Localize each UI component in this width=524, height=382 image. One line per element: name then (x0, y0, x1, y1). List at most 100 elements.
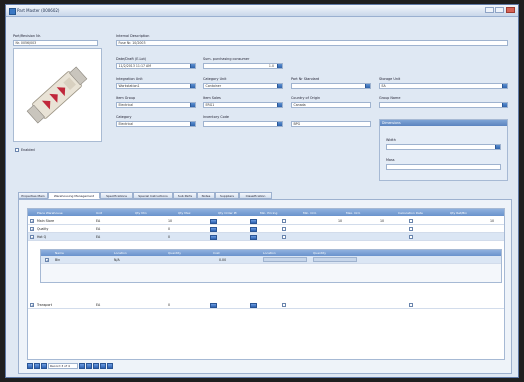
field-value-6: Canada (293, 103, 306, 107)
delete-record-button[interactable] (107, 363, 113, 369)
title-bar: Part Master (000602) (6, 5, 518, 17)
min-pricing-checkbox[interactable] (282, 303, 286, 307)
col-unit[interactable]: Unit (96, 211, 102, 215)
item-sales-dropdown-icon[interactable] (277, 103, 282, 107)
integration-unit-field[interactable]: Workstation1 (116, 83, 196, 89)
calc-date-checkbox[interactable] (409, 219, 413, 223)
col-qty-min[interactable]: Qty Min (135, 211, 147, 215)
minimize-button[interactable] (485, 7, 494, 13)
qty-order-edit-button[interactable] (250, 218, 257, 224)
col-calc-date[interactable]: Calculation Date (398, 211, 423, 215)
sub-quantity-field[interactable] (313, 257, 357, 262)
storage-unit-dropdown-icon[interactable] (502, 84, 507, 88)
storage-unit-field[interactable]: EA (379, 83, 508, 89)
add-record-button[interactable] (100, 363, 106, 369)
category-dropdown-icon[interactable] (190, 122, 195, 126)
tab-notes[interactable]: Notes (197, 192, 215, 199)
calc-date-checkbox[interactable] (409, 303, 413, 307)
next-record-button[interactable] (86, 363, 92, 369)
qty-order-edit-button[interactable] (250, 234, 257, 240)
date-draft-field[interactable]: 11/2/2013 11:17 AM (116, 63, 196, 69)
min-pricing-checkbox[interactable] (282, 219, 286, 223)
mass-field[interactable] (386, 164, 501, 170)
purchasing-dropdown-icon[interactable] (277, 64, 282, 68)
sub-location-field[interactable] (263, 257, 307, 262)
part-nr-standard-dropdown-icon[interactable] (365, 84, 370, 88)
expand-icon[interactable]: + (45, 258, 49, 262)
integration-unit-dropdown-icon[interactable] (190, 84, 195, 88)
width-field[interactable] (386, 144, 501, 150)
category-field[interactable]: Electrical (116, 121, 196, 127)
subgrid-row[interactable]: + Bin N/A 0.00 (41, 256, 501, 264)
field-value-1: Container (205, 84, 222, 88)
internal-description-field[interactable]: Fuse Nr. 10/2003 (116, 40, 508, 46)
tab-warehousing-management[interactable]: Warehousing Management (48, 192, 100, 199)
group-name-field[interactable] (379, 102, 508, 108)
tab-sub-parts[interactable]: Sub Parts (173, 192, 197, 199)
item-sales-field[interactable]: ERG1 (203, 102, 283, 108)
part-number-field[interactable]: Nr. 0056/003 (13, 40, 98, 46)
col-qty-max[interactable]: Qty Max (178, 211, 190, 215)
maximize-button[interactable] (495, 7, 504, 13)
sub-col-location[interactable]: Location (114, 251, 127, 255)
expand-icon[interactable]: + (30, 227, 34, 231)
close-button[interactable] (506, 7, 515, 13)
collapse-icon[interactable]: − (30, 235, 34, 239)
col-place[interactable]: Place Warehouse (37, 211, 63, 215)
tab-classification[interactable]: Classification (239, 192, 272, 199)
qty-max-edit-button[interactable] (210, 234, 217, 240)
col-max-ord[interactable]: Max. Ord. (346, 211, 361, 215)
prev-page-button[interactable] (41, 363, 47, 369)
sub-col-name[interactable]: Name (55, 251, 64, 255)
qty-max-edit-button[interactable] (210, 218, 217, 224)
min-pricing-checkbox[interactable] (282, 227, 286, 231)
qty-order-edit-button[interactable] (250, 226, 257, 232)
next-page-button[interactable] (79, 363, 85, 369)
qty-max-edit-button[interactable] (210, 302, 217, 308)
field-value-8: Electrical (118, 122, 134, 126)
first-record-button[interactable] (27, 363, 33, 369)
tab-suppliers[interactable]: Suppliers (215, 192, 239, 199)
calendar-dropdown-icon[interactable] (190, 64, 195, 68)
tab-properties-main[interactable]: Properties Main (18, 192, 48, 199)
mass-label: Mass (386, 158, 395, 162)
item-group-dropdown-icon[interactable] (190, 103, 195, 107)
col-min-pricing[interactable]: Min. Pricing (260, 211, 277, 215)
col-min-ord[interactable]: Min. Ord. (303, 211, 317, 215)
table-row[interactable]: + Quality EA 0 (28, 225, 504, 233)
width-dropdown-icon[interactable] (495, 145, 500, 149)
table-row[interactable]: + Transport EA 0 (28, 301, 504, 309)
record-status: Record 3 of 4 (48, 363, 78, 369)
prev-record-button[interactable] (34, 363, 40, 369)
sub-col-quantity-2[interactable]: Quantity (313, 251, 326, 255)
expand-icon[interactable]: + (30, 219, 34, 223)
bpg-field[interactable]: BPG (291, 121, 371, 127)
sub-col-cost[interactable]: Cost (213, 251, 220, 255)
category-unit-field[interactable]: Container (203, 83, 283, 89)
tab-special-instructions[interactable]: Special Instructions (133, 192, 173, 199)
expand-icon[interactable]: + (30, 303, 34, 307)
sub-col-quantity[interactable]: Quantity (168, 251, 181, 255)
col-qty-order-pt[interactable]: Qty Order Pt (218, 211, 237, 215)
table-row[interactable]: + Main Store EA 10 10 10 10 (28, 217, 504, 225)
calc-date-checkbox[interactable] (409, 235, 413, 239)
item-group-field[interactable]: Electrical (116, 102, 196, 108)
qty-max-edit-button[interactable] (210, 226, 217, 232)
field-value-0: Workstation1 (118, 84, 140, 88)
table-row-selected[interactable]: − Hot Q EA 0 (28, 233, 504, 241)
enabled-checkbox[interactable] (15, 148, 19, 152)
country-of-origin-field[interactable]: Canada (291, 102, 371, 108)
inventory-code-dropdown-icon[interactable] (277, 122, 282, 126)
col-qty-ret-bin[interactable]: Qty Ret/Bin (450, 211, 467, 215)
calc-date-checkbox[interactable] (409, 227, 413, 231)
qty-order-edit-button[interactable] (250, 302, 257, 308)
group-name-dropdown-icon[interactable] (502, 103, 507, 107)
inventory-code-field[interactable] (203, 121, 283, 127)
category-unit-dropdown-icon[interactable] (277, 84, 282, 88)
tab-specifications[interactable]: Specifications (100, 192, 133, 199)
sub-col-location-2[interactable]: Location (263, 251, 276, 255)
min-pricing-checkbox[interactable] (282, 235, 286, 239)
last-record-button[interactable] (93, 363, 99, 369)
part-nr-standard-field[interactable] (291, 83, 371, 89)
purchasing-field[interactable]: 1.0 (203, 63, 283, 69)
